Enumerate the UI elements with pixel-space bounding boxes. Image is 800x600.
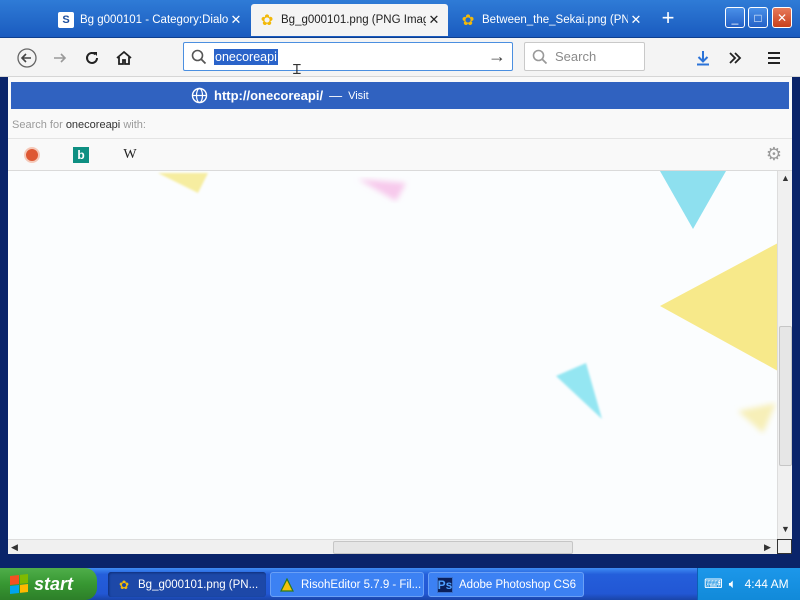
hamburger-icon [768,52,780,64]
forward-button[interactable] [46,44,74,72]
vertical-scroll-thumb[interactable] [779,326,792,466]
search-placeholder: Search [555,49,597,64]
scrollbar-corner [777,539,792,554]
windows-logo-icon [10,574,28,594]
taskbar: start ✿ Bg_g000101.png (PN... RisohEdito… [0,568,800,600]
download-icon [697,51,709,66]
bing-icon: b [73,147,89,163]
new-tab-button[interactable]: + [654,7,682,29]
search-for-label: Search for onecoreapi with: [12,119,146,131]
double-chevron-icon [729,52,742,64]
tab-bg-image[interactable]: ✿ Bg_g000101.png (PNG Image ✕ [251,4,448,36]
close-tab-icon[interactable]: ✕ [426,12,442,28]
minimize-button[interactable]: _ [725,7,745,28]
keyboard-icon[interactable]: ⌨ [704,576,723,592]
tab-label: Bg_g000101.png (PNG Image [281,14,426,26]
flower-favicon-icon: ✿ [260,12,274,29]
volume-icon[interactable]: 🔈︎ [729,576,737,592]
duckduckgo-engine-button[interactable] [17,144,47,166]
search-term: onecoreapi [65,119,121,131]
tab-label: Bg g000101 - Category:Dialo [80,14,228,26]
tab-label: Between_the_Sekai.png (PNG [482,14,628,26]
downloads-button[interactable] [689,44,717,72]
maximize-button[interactable]: □ [748,7,768,28]
tab-category-dialog[interactable]: S Bg g000101 - Category:Dialo ✕ [50,6,250,34]
globe-icon [191,87,208,104]
bing-engine-button[interactable]: b [66,144,96,166]
tab-between-sekai[interactable]: ✿ Between_the_Sekai.png (PNG ✕ [452,6,650,34]
suggestion-separator: — [329,88,343,103]
suggestion-action: Visit [348,89,369,102]
s-favicon-icon: S [58,12,74,28]
home-icon [116,50,132,65]
taskbar-item-label: Bg_g000101.png (PN... [138,578,259,591]
search-box[interactable]: Search [524,42,645,71]
hamburger-menu-button[interactable] [760,44,788,72]
overflow-menu-button[interactable] [721,44,749,72]
duckduckgo-icon [24,147,40,163]
home-button[interactable] [110,44,138,72]
close-window-button[interactable]: ✕ [772,7,792,28]
url-suggestion-dropdown: http://onecoreapi/ — Visit Search for on… [0,77,800,171]
taskbar-item-photoshop[interactable]: Ps Adobe Photoshop CS6 [428,572,584,597]
flower-favicon-icon: ✿ [461,12,475,29]
start-label: start [34,573,74,594]
taskbar-item-label: Adobe Photoshop CS6 [459,578,577,591]
back-arrow-icon [17,48,37,68]
reload-button[interactable] [78,44,106,72]
forward-arrow-icon [54,53,67,63]
system-tray: ⌨ 🔈︎ 4:44 AM [697,568,800,600]
tab-strip: S Bg g000101 - Category:Dialo ✕ ✿ Bg_g00… [0,0,800,38]
horizontal-scrollbar[interactable]: ◀ ▶ [8,539,777,554]
visit-suggestion[interactable]: http://onecoreapi/ — Visit [11,82,789,109]
suggestion-url: http://onecoreapi/ [214,88,324,103]
image-viewport [8,171,777,539]
search-icon [525,49,555,65]
taskbar-item-risoheditor[interactable]: RisohEditor 5.7.9 - Fil... [270,572,424,597]
scroll-right-arrow-icon[interactable]: ▶ [764,542,771,553]
scroll-down-arrow-icon[interactable]: ▼ [781,524,790,534]
taskbar-item-firefox[interactable]: ✿ Bg_g000101.png (PN... [108,572,266,597]
vertical-scrollbar[interactable]: ▲ ▼ [777,171,792,539]
search-engine-bar: b W ⚙ [0,138,800,170]
url-input-value[interactable]: onecoreapi [214,48,278,65]
horizontal-scroll-thumb[interactable] [333,541,573,554]
window-frame-left [0,77,8,567]
photoshop-icon: Ps [437,576,453,593]
wikipedia-icon: W [123,147,137,162]
firefox-icon: ✿ [118,577,130,592]
navigation-toolbar: onecoreapi → Search [0,38,800,77]
wikipedia-engine-button[interactable]: W [115,144,145,166]
reload-icon [86,51,98,64]
search-for-suffix: with: [123,119,146,131]
search-icon [184,49,214,65]
back-button[interactable] [13,44,41,72]
risoh-icon [279,577,295,593]
search-for-prefix: Search for [12,119,63,131]
taskbar-item-label: RisohEditor 5.7.9 - Fil... [301,578,422,591]
start-button[interactable]: start [0,568,97,600]
window-frame-bottom [0,554,800,568]
url-bar[interactable]: onecoreapi → [183,42,513,71]
close-tab-icon[interactable]: ✕ [628,12,644,28]
clock[interactable]: 4:44 AM [745,577,789,591]
scroll-left-arrow-icon[interactable]: ◀ [11,542,18,553]
gear-icon[interactable]: ⚙ [766,144,782,165]
scroll-up-arrow-icon[interactable]: ▲ [781,173,790,183]
close-tab-icon[interactable]: ✕ [228,12,244,28]
go-arrow-icon[interactable]: → [488,46,506,67]
background-image [8,171,777,539]
window-frame-right [792,77,800,567]
